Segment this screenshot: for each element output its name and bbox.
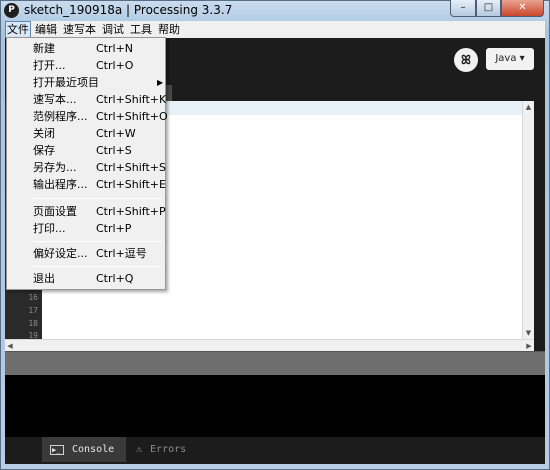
menu-item-label: 另存为... — [33, 161, 77, 174]
menu-item-label: 偏好设定... — [33, 247, 88, 260]
menu-item-shortcut: Ctrl+Shift+K — [96, 93, 167, 106]
menu-item-label: 页面设置 — [33, 205, 77, 218]
menu-item-label: 打开最近项目 — [33, 76, 99, 89]
menu-debug[interactable]: 调试 — [100, 21, 126, 38]
menu-item-shortcut: Ctrl+O — [96, 59, 134, 72]
menu-item-label: 打开... — [33, 59, 66, 72]
window-title: sketch_190918a | Processing 3.3.7 — [24, 3, 233, 17]
file-menu-dropdown: 新建 Ctrl+N 打开... Ctrl+O 打开最近项目 ▶ 速写本... C… — [6, 37, 168, 290]
horizontal-scrollbar[interactable]: ◀ ▶ — [5, 339, 534, 351]
sketch-tab[interactable] — [166, 85, 172, 101]
menu-item-shortcut: Ctrl+Shift+O — [96, 110, 168, 123]
menu-bar: 文件 编辑 速写本 调试 工具 帮助 — [5, 21, 545, 38]
title-bar: P sketch_190918a | Processing 3.3.7 – □ … — [0, 0, 550, 21]
menu-item-examples[interactable]: 范例程序... Ctrl+Shift+O — [7, 108, 168, 125]
menu-item-shortcut: Ctrl+S — [96, 144, 132, 157]
line-number: 16 — [28, 293, 38, 302]
menu-item-shortcut: Ctrl+N — [96, 42, 134, 55]
line-number: 17 — [28, 306, 38, 315]
console-tab[interactable]: ▶_ Console — [42, 437, 126, 462]
menu-item-label: 退出 — [33, 272, 55, 285]
menu-item-label: 打印... — [33, 222, 66, 235]
close-button[interactable]: ✕ — [501, 0, 544, 17]
menu-item-label: 保存 — [33, 144, 55, 157]
scroll-down-icon[interactable]: ▼ — [523, 327, 534, 339]
menu-item-shortcut: Ctrl+P — [96, 222, 132, 235]
menu-item-quit[interactable]: 退出 Ctrl+Q — [7, 270, 165, 287]
errors-tab-label: Errors — [150, 444, 187, 455]
menu-separator — [33, 198, 161, 199]
mode-selector[interactable]: Java ▾ — [486, 48, 534, 70]
console-output[interactable] — [5, 375, 545, 437]
menu-separator — [33, 266, 161, 267]
menu-item-shortcut: Ctrl+W — [96, 127, 136, 140]
line-number: 18 — [28, 319, 38, 328]
menu-edit[interactable]: 编辑 — [33, 21, 59, 38]
menu-item-label: 关闭 — [33, 127, 55, 140]
menu-sketch[interactable]: 速写本 — [61, 21, 98, 38]
warning-icon: ⚠ — [136, 444, 143, 455]
vertical-scrollbar[interactable]: ▲ ▼ — [522, 101, 534, 339]
menu-item-label: 速写本... — [33, 93, 77, 106]
menu-item-shortcut: Ctrl+Shift+E — [96, 178, 166, 191]
menu-item-export[interactable]: 输出程序... Ctrl+Shift+E — [7, 176, 166, 193]
menu-item-shortcut: Ctrl+Shift+S — [96, 161, 166, 174]
scroll-up-icon[interactable]: ▲ — [523, 101, 534, 113]
menu-item-save-as[interactable]: 另存为... Ctrl+Shift+S — [7, 159, 166, 176]
menu-item-save[interactable]: 保存 Ctrl+S — [7, 142, 165, 159]
processing-app-icon: P — [4, 3, 19, 18]
menu-item-shortcut: Ctrl+Shift+P — [96, 205, 166, 218]
menu-tools[interactable]: 工具 — [128, 21, 154, 38]
menu-item-shortcut: Ctrl+Q — [96, 272, 134, 285]
menu-item-new[interactable]: 新建 Ctrl+N — [7, 40, 165, 57]
menu-item-print[interactable]: 打印... Ctrl+P — [7, 220, 165, 237]
status-bar — [5, 351, 545, 375]
menu-file[interactable]: 文件 — [5, 21, 31, 38]
menu-item-open-recent[interactable]: 打开最近项目 ▶ — [7, 74, 165, 91]
menu-item-preferences[interactable]: 偏好设定... Ctrl+逗号 — [7, 245, 165, 262]
menu-item-label: 范例程序... — [33, 110, 88, 123]
debugger-butterfly-icon[interactable]: ꕤ — [454, 48, 478, 72]
console-tab-label: Console — [72, 444, 115, 455]
menu-item-sketchbook[interactable]: 速写本... Ctrl+Shift+K — [7, 91, 167, 108]
menu-help[interactable]: 帮助 — [156, 21, 182, 38]
maximize-button[interactable]: □ — [476, 0, 501, 17]
editor-right-edge — [534, 101, 545, 351]
menu-item-label: 输出程序... — [33, 178, 88, 191]
menu-item-close[interactable]: 关闭 Ctrl+W — [7, 125, 165, 142]
submenu-arrow-icon: ▶ — [157, 78, 164, 87]
menu-separator — [33, 241, 161, 242]
menu-item-open[interactable]: 打开... Ctrl+O — [7, 57, 165, 74]
window-controls: – □ ✕ — [450, 0, 544, 17]
menu-item-shortcut: Ctrl+逗号 — [96, 247, 147, 260]
minimize-button[interactable]: – — [450, 0, 476, 17]
console-icon: ▶_ — [50, 444, 64, 455]
menu-item-page-setup[interactable]: 页面设置 Ctrl+Shift+P — [7, 203, 166, 220]
menu-item-label: 新建 — [33, 42, 55, 55]
errors-tab[interactable]: ⚠ Errors — [126, 437, 206, 462]
